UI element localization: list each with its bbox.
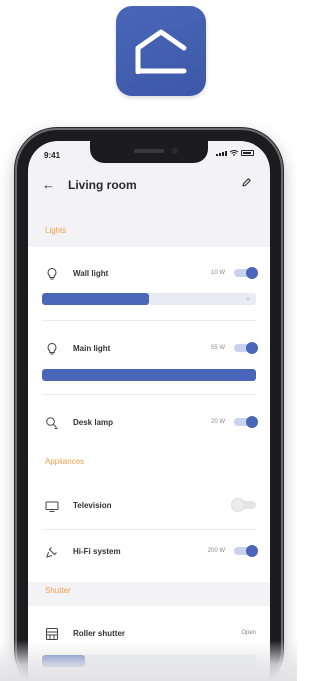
section-label-shutter: Shutter — [45, 586, 71, 595]
device-power: 200 W — [207, 548, 225, 554]
device-label: Wall light — [73, 269, 109, 278]
device-row-wall-light[interactable]: Wall light 10 W — [28, 258, 270, 288]
device-label: Main light — [73, 344, 111, 353]
device-row-hifi-system[interactable]: Hi-Fi system 200 W — [28, 536, 270, 566]
device-row-desk-lamp[interactable]: Desk lamp 20 W — [28, 407, 270, 437]
page-title: Living room — [68, 178, 137, 192]
device-power: 10 W — [210, 270, 225, 276]
lights-card: Wall light 10 W Main light 55 W Desk lam… — [28, 247, 270, 505]
wifi-icon — [230, 150, 238, 156]
device-label: Roller shutter — [73, 629, 126, 638]
dimmer-slider-main-light[interactable] — [42, 369, 256, 381]
toggle-switch[interactable] — [234, 545, 258, 557]
status-icons — [216, 150, 254, 156]
slider-fill — [42, 369, 256, 381]
signal-icon — [216, 151, 227, 156]
row-divider — [42, 394, 256, 395]
slider-fill — [42, 293, 149, 305]
phone-frame: 9:41 ← Living room Lights Wall light 10 … — [17, 130, 281, 681]
device-label: Television — [73, 501, 112, 510]
toggle-switch[interactable] — [234, 342, 258, 354]
device-row-television[interactable]: Television — [28, 490, 270, 520]
phone-notch — [90, 141, 208, 163]
desk-lamp-icon — [46, 417, 58, 429]
pencil-icon[interactable] — [241, 177, 252, 188]
section-label-appliances: Appliances — [45, 457, 85, 466]
toggle-switch[interactable] — [232, 499, 256, 511]
device-power: 20 W — [210, 419, 225, 425]
shutter-icon — [46, 628, 58, 640]
row-divider — [42, 320, 256, 321]
television-icon — [45, 501, 59, 512]
plug-icon — [46, 547, 57, 558]
dimmer-slider-wall-light[interactable] — [42, 293, 256, 305]
bulb-icon — [47, 342, 57, 355]
battery-icon — [241, 150, 254, 156]
row-divider — [42, 529, 256, 530]
screen-header: ← Living room — [28, 165, 270, 203]
showcase-stage: 9:41 ← Living room Lights Wall light 10 … — [0, 0, 297, 681]
bulb-icon — [47, 267, 57, 280]
back-arrow-icon[interactable]: ← — [42, 178, 55, 191]
bottom-shadow — [0, 640, 297, 681]
shutter-state: Open — [241, 630, 256, 636]
home-icon — [135, 29, 187, 74]
section-label-lights: Lights — [45, 226, 67, 235]
device-row-main-light[interactable]: Main light 55 W — [28, 333, 270, 363]
toggle-switch[interactable] — [234, 267, 258, 279]
status-time: 9:41 — [44, 151, 61, 160]
appliances-card: Television Hi-Fi system 200 W — [28, 478, 270, 582]
device-label: Hi-Fi system — [73, 547, 121, 556]
phone-screen: 9:41 ← Living room Lights Wall light 10 … — [28, 141, 270, 681]
app-icon[interactable] — [116, 6, 206, 96]
device-power: 55 W — [210, 345, 225, 351]
toggle-switch[interactable] — [234, 416, 258, 428]
device-label: Desk lamp — [73, 418, 114, 427]
